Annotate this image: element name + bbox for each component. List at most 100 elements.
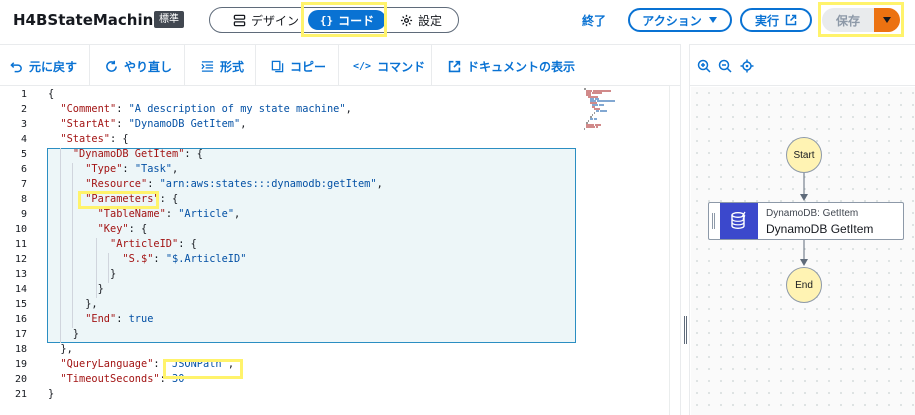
code-line[interactable]: }, (48, 342, 73, 357)
code-token: , (234, 208, 241, 220)
line-number: 16 (14, 314, 27, 325)
line-number: 17 (14, 329, 27, 340)
redo-button[interactable]: やり直し (105, 45, 172, 87)
settings-mode-label: 設定 (417, 13, 442, 28)
run-button[interactable]: 実行 (740, 8, 812, 32)
code-line[interactable]: "StartAt": "DynamoDB GetItem", (48, 117, 246, 132)
zoom-in-icon[interactable] (697, 59, 711, 73)
code-token: "StartAt" (60, 118, 117, 130)
code-line[interactable]: "Resource": "arn:aws:states:::dynamodb:g… (48, 177, 383, 192)
code-editor[interactable]: 1 2 3 4 5 6 7 8 9 10 11 12 13 14 15 16 17 18 19 20 21 { "Com… (0, 86, 680, 415)
code-token: }, (48, 343, 73, 355)
undo-icon (10, 61, 22, 72)
design-mode-button[interactable]: デザイン (220, 10, 312, 30)
graph-canvas[interactable]: Start DynamoDB: GetItem DynamoDB GetItem… (691, 87, 915, 415)
task-node-dynamodb-getitem[interactable]: DynamoDB: GetItem DynamoDB GetItem (708, 202, 904, 240)
external-link-icon (785, 14, 797, 26)
start-node[interactable]: Start (786, 137, 822, 173)
code-token: : { (178, 238, 197, 250)
code-line[interactable]: }, (48, 297, 97, 312)
panel-splitter[interactable] (680, 44, 690, 415)
copy-button[interactable]: コピー (271, 45, 326, 87)
code-line[interactable]: "TableName": "Article", (48, 207, 241, 222)
code-line[interactable]: } (48, 267, 116, 282)
code-token: : (122, 163, 135, 175)
design-mode-label: デザイン (250, 13, 299, 28)
line-number: 13 (14, 269, 27, 280)
undo-label: 元に戻す (29, 59, 78, 74)
gear-icon (400, 14, 413, 26)
code-line[interactable]: "End": true (48, 312, 153, 327)
center-icon[interactable] (740, 59, 754, 73)
zoom-out-icon[interactable] (718, 59, 732, 73)
actions-button[interactable]: アクション (628, 8, 732, 32)
code-token: "Key" (97, 223, 129, 235)
redo-label: やり直し (124, 59, 173, 74)
code-line[interactable]: "Parameters": { (48, 192, 178, 207)
format-button[interactable]: 形式 (201, 45, 244, 87)
line-number: 9 (20, 209, 27, 220)
code-line[interactable]: "Comment": "A description of my state ma… (48, 102, 351, 117)
code-line[interactable]: "Key": { (48, 222, 148, 237)
line-number: 7 (20, 179, 27, 190)
settings-mode-button[interactable]: 設定 (390, 10, 452, 30)
code-line[interactable]: "QueryLanguage": "JSONPath", (48, 357, 234, 372)
code-line[interactable]: "TimeoutSeconds": 30 (48, 372, 184, 387)
format-icon (201, 60, 214, 72)
code-token: : { (110, 133, 129, 145)
actions-label: アクション (642, 13, 702, 28)
code-token: } (48, 388, 55, 400)
code-token: : (153, 253, 166, 265)
task-name-label: DynamoDB GetItem (766, 222, 874, 236)
end-node[interactable]: End (786, 267, 822, 303)
exit-link[interactable]: 終了 (582, 12, 606, 29)
code-line[interactable]: "DynamoDB GetItem": { (48, 147, 203, 162)
code-minimap[interactable] (584, 88, 630, 130)
line-number: 3 (20, 119, 27, 130)
line-number: 14 (14, 284, 27, 295)
toolbar-divider (255, 45, 256, 87)
code-line[interactable]: { (48, 87, 54, 102)
line-number: 1 (20, 89, 27, 100)
save-dropdown-button[interactable] (874, 8, 900, 32)
editor-scrollbar[interactable] (669, 86, 680, 415)
code-token: "DynamoDB GetItem" (72, 148, 185, 160)
save-button[interactable]: 保存 (822, 8, 874, 32)
code-line[interactable]: "S.$": "$.ArticleID" (48, 252, 246, 267)
task-drag-handle[interactable] (712, 213, 715, 229)
start-node-label: Start (793, 149, 815, 161)
code-line[interactable]: "States": { (48, 132, 129, 147)
drag-handle[interactable] (684, 316, 687, 344)
line-number: 12 (14, 254, 27, 265)
code-line[interactable]: "ArticleID": { (48, 237, 197, 252)
code-line[interactable]: "Type": "Task", (48, 162, 178, 177)
code-brackets-icon: </> (353, 60, 372, 72)
code-token: : (116, 103, 129, 115)
braces-icon: {} (319, 13, 334, 27)
undo-button[interactable]: 元に戻す (10, 45, 77, 87)
code-line[interactable]: } (48, 387, 54, 402)
header: H4BStateMachine 標準 デザイン {} コード 設定 終了 アクシ… (0, 0, 915, 42)
type-badge: 標準 (154, 11, 184, 28)
arrowhead (800, 259, 808, 266)
code-line[interactable]: } (48, 327, 79, 342)
command-button[interactable]: </> コマンド (353, 45, 425, 87)
code-token: "Article" (178, 208, 235, 220)
code-line[interactable]: } (48, 282, 104, 297)
code-token: "States" (60, 133, 111, 145)
code-token: "End" (85, 313, 117, 325)
toolbar-divider (431, 45, 432, 87)
code-mode-button[interactable]: {} コード (308, 10, 386, 30)
code-token: "S.$" (122, 253, 154, 265)
code-token: "Parameters" (85, 193, 160, 205)
code-token: "$.ArticleID" (165, 253, 247, 265)
run-label: 実行 (754, 13, 779, 28)
copy-label: コピー (290, 59, 327, 74)
view-docs-button[interactable]: ドキュメントの表示 (448, 45, 575, 87)
line-number: 4 (20, 134, 27, 145)
